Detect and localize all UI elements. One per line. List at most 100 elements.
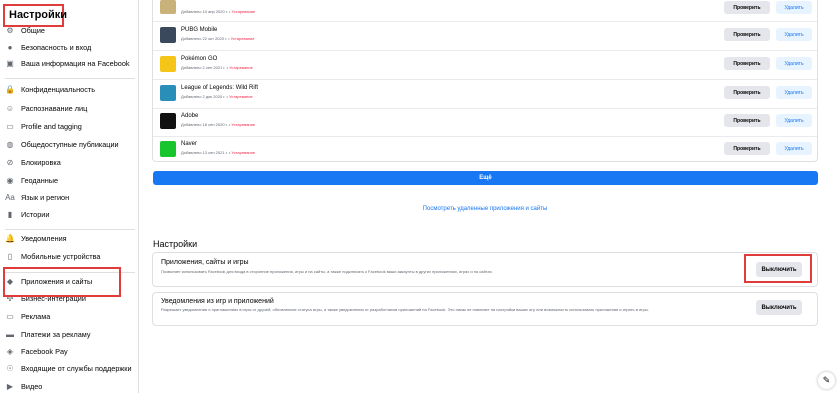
sidebar-item[interactable]: ▶ Видео <box>5 379 42 393</box>
active-item-highlight <box>3 267 121 297</box>
language-icon: Aa <box>5 192 15 202</box>
app-name: Naver <box>181 141 198 147</box>
list-item: Adobe Добавлено 18 сен 2020 г. • Устарева… <box>153 108 817 137</box>
app-meta: Добавлено 13 сен 2021 г. • Устаревание <box>181 150 256 155</box>
list-item: League of Legends: Wild Rift Добавлено 2 … <box>153 80 817 109</box>
check-button[interactable]: Проверить <box>724 57 770 70</box>
card-description: Позволяет использовать Facebook для вход… <box>161 269 493 274</box>
gear-icon: ⚙ <box>6 25 14 35</box>
list-item: Naver Добавлено 13 сен 2021 г. • Устарева… <box>153 136 817 165</box>
app-name: League of Legends: Wild Rift <box>181 85 259 91</box>
sidebar-item-label: Facebook Pay <box>21 346 68 356</box>
sidebar-item[interactable]: ▬ Платежи за рекламу <box>5 327 91 341</box>
sidebar-item-label: Безопасность и вход <box>21 42 92 52</box>
app-meta: Добавлено 10 апр 2020 г. • Устаревание <box>181 9 256 14</box>
sidebar-item-label: Ваша информация на Facebook <box>21 58 130 68</box>
turn-off-button[interactable]: Выключить <box>756 300 802 315</box>
payment-icon: ▬ <box>6 329 14 339</box>
app-logo <box>160 85 176 101</box>
sidebar-item[interactable]: ◍ Общедоступные публикации <box>5 137 119 151</box>
list-item: Pokémon GO Добавлено 2 сен 2021 г. • Уста… <box>153 51 817 80</box>
sidebar-divider <box>5 229 135 230</box>
game-notifications-card: Уведомления из игр и приложений Разрешае… <box>152 292 818 326</box>
remove-button[interactable]: Удалить <box>776 57 812 70</box>
app-logo <box>160 0 176 14</box>
facebook-icon: ▣ <box>6 58 14 68</box>
sidebar-item-label: Язык и регион <box>21 192 70 202</box>
lock-icon: 🔒 <box>5 84 15 94</box>
show-more-button[interactable]: Ещё <box>153 171 818 185</box>
app-meta: Добавлено 18 сен 2020 г. • Устаревание <box>181 122 256 127</box>
sidebar-item-label: Уведомления <box>21 233 67 243</box>
sidebar-item[interactable]: ◈ Facebook Pay <box>5 344 68 358</box>
sidebar-item[interactable]: ▭ Profile and tagging <box>5 119 82 133</box>
shield-icon: ● <box>7 42 13 52</box>
sidebar-item[interactable]: ◉ Геоданные <box>5 173 59 187</box>
sidebar-item[interactable]: ⊘ Блокировка <box>5 155 61 169</box>
deleted-apps-link[interactable]: Посмотреть удаленные приложения и сайты <box>140 206 830 212</box>
app-name: PUBG Mobile <box>181 27 218 33</box>
app-meta: Добавлено 2 сен 2021 г. • Устаревание <box>181 65 253 70</box>
list-item: PUBG Mobile Добавлено 22 окт 2020 г. • Ус… <box>153 22 817 51</box>
edit-icon[interactable]: ✎ <box>818 372 835 389</box>
support-icon: ☉ <box>6 363 14 373</box>
remove-button[interactable]: Удалить <box>776 86 812 99</box>
sidebar-item-label: Входящие от службы поддержки <box>21 363 132 373</box>
sidebar-item[interactable]: ▣ Ваша информация на Facebook <box>5 56 130 70</box>
app-logo <box>160 27 176 43</box>
sidebar-item-label: Общедоступные публикации <box>21 139 119 149</box>
stories-icon: ▮ <box>7 209 13 219</box>
card-description: Разрешает уведомления о приглашениях в и… <box>161 307 649 312</box>
sidebar-item[interactable]: Aa Язык и регион <box>5 190 69 204</box>
sidebar-item-label: Profile and tagging <box>21 121 82 131</box>
check-button[interactable]: Проверить <box>724 142 770 155</box>
apps-sites-games-card: Приложения, сайты и игры Позволяет испол… <box>152 252 818 287</box>
sidebar-item-label: Блокировка <box>21 157 61 167</box>
sidebar-item[interactable]: ☺ Распознавание лиц <box>5 101 87 115</box>
pay-icon: ◈ <box>6 346 14 356</box>
sidebar-item-label: Платежи за рекламу <box>21 329 91 339</box>
remove-button[interactable]: Удалить <box>776 142 812 155</box>
sidebar-item-label: Мобильные устройства <box>21 251 101 261</box>
sidebar-item-label: Распознавание лиц <box>21 103 88 113</box>
sidebar-item[interactable]: ▯ Мобильные устройства <box>5 249 101 263</box>
check-button[interactable]: Проверить <box>724 86 770 99</box>
check-button[interactable]: Проверить <box>724 1 770 14</box>
turn-off-button[interactable]: Выключить <box>756 262 802 277</box>
sidebar-item-label: Общие <box>21 25 45 35</box>
sidebar-item[interactable]: ☉ Входящие от службы поддержки <box>5 361 132 375</box>
sidebar-item[interactable]: 🔔 Уведомления <box>5 231 67 245</box>
sidebar-item-label: Реклама <box>21 311 51 321</box>
facebook-settings-page: Настройки ⚙ Общие ● Безопасность и вход ▣ Ваш… <box>0 0 840 393</box>
sidebar-item-label: Геоданные <box>21 175 59 185</box>
apps-list: Добавлено 10 апр 2020 г. • Устаревание П… <box>152 0 818 162</box>
sidebar-item[interactable]: ⚙ Общие <box>5 23 45 37</box>
app-logo <box>160 56 176 72</box>
app-meta: Добавлено 22 окт 2020 г. • Устаревание <box>181 36 255 41</box>
list-item: Добавлено 10 апр 2020 г. • Устаревание П… <box>153 0 817 22</box>
app-name: Pokémon GO <box>181 56 218 62</box>
card-title: Приложения, сайты и игры <box>161 259 249 266</box>
sidebar-divider <box>5 78 135 79</box>
block-icon: ⊘ <box>6 157 14 167</box>
app-logo <box>160 113 176 129</box>
sidebar-item[interactable]: ▭ Реклама <box>5 309 50 323</box>
settings-section-title: Настройки <box>153 239 198 249</box>
sidebar-item[interactable]: ● Безопасность и вход <box>5 40 92 54</box>
video-icon: ▶ <box>6 381 14 391</box>
check-button[interactable]: Проверить <box>724 28 770 41</box>
card-title: Уведомления из игр и приложений <box>161 298 274 305</box>
face-icon: ☺ <box>5 103 15 113</box>
main-content: Добавлено 10 апр 2020 г. • Устаревание П… <box>140 0 840 393</box>
sidebar-item-label: Конфиденциальность <box>21 84 96 94</box>
sidebar-item-label: Видео <box>21 381 43 391</box>
globe-icon: ◍ <box>6 139 14 149</box>
sidebar-item-label: Истории <box>21 209 50 219</box>
sidebar-item[interactable]: ▮ Истории <box>5 207 50 221</box>
remove-button[interactable]: Удалить <box>776 1 812 14</box>
remove-button[interactable]: Удалить <box>776 28 812 41</box>
sidebar-item[interactable]: 🔒 Конфиденциальность <box>5 82 95 96</box>
remove-button[interactable]: Удалить <box>776 114 812 127</box>
check-button[interactable]: Проверить <box>724 114 770 127</box>
mobile-icon: ▯ <box>7 251 13 261</box>
